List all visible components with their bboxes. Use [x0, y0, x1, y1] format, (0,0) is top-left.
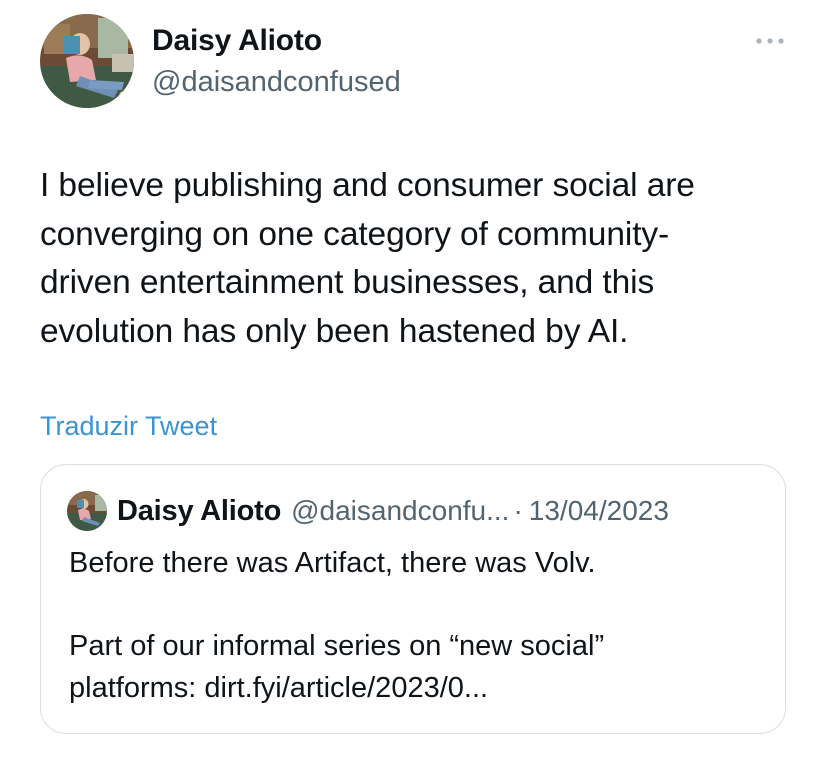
quoted-author-display-name[interactable]: Daisy Alioto	[117, 491, 281, 531]
quoted-author-handle[interactable]: @daisandconfu...	[291, 491, 509, 531]
translate-tweet-link[interactable]: Traduzir Tweet	[40, 408, 217, 444]
author-handle[interactable]: @daisandconfused	[152, 62, 401, 102]
author-info: Daisy Alioto @daisandconfused	[152, 22, 401, 102]
quoted-tweet-card[interactable]: Daisy Alioto @daisandconfu... · 13/04/20…	[40, 464, 786, 734]
author-display-name[interactable]: Daisy Alioto	[152, 22, 401, 60]
profile-photo-icon	[40, 14, 134, 108]
quoted-tweet-header: Daisy Alioto @daisandconfu... · 13/04/20…	[67, 491, 669, 531]
more-horizontal-icon	[756, 38, 784, 44]
profile-photo-icon	[67, 491, 107, 531]
author-avatar[interactable]	[40, 14, 134, 108]
tweet-card: Daisy Alioto @daisandconfused I believe …	[0, 0, 818, 768]
quoted-tweet-date[interactable]: 13/04/2023	[529, 491, 669, 531]
quoted-author-avatar[interactable]	[67, 491, 107, 531]
header-separator: ·	[513, 495, 523, 526]
more-options-button[interactable]	[748, 26, 792, 56]
quoted-tweet-text: Before there was Artifact, there was Vol…	[69, 547, 605, 704]
tweet-text: I believe publishing and consumer social…	[40, 167, 695, 350]
